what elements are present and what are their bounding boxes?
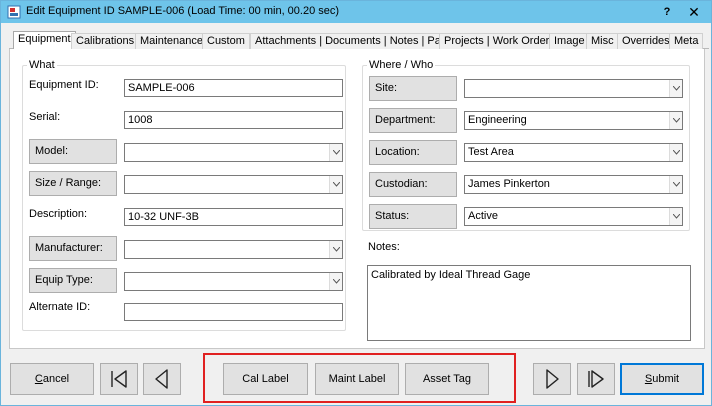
department-value: Engineering	[468, 114, 527, 126]
next-record-button[interactable]	[533, 363, 571, 395]
tab-overrides[interactable]: Overrides	[617, 33, 675, 49]
label-buttons-highlight	[203, 353, 516, 403]
where-who-group: Where / Who Site: Department: Engineerin…	[362, 59, 690, 231]
site-button[interactable]: Site:	[369, 76, 457, 101]
alternate-id-input[interactable]	[124, 303, 343, 321]
skip-first-icon	[111, 370, 127, 388]
cancel-label: ancel	[42, 373, 70, 385]
cancel-mnemonic: C	[34, 373, 43, 385]
tab-strip: Equipment Calibrations Maintenance Custo…	[9, 31, 709, 50]
description-label: Description:	[29, 208, 88, 220]
title-bar: Edit Equipment ID SAMPLE-006 (Load Time:…	[1, 1, 711, 23]
equipment-edit-window: Edit Equipment ID SAMPLE-006 (Load Time:…	[0, 0, 712, 406]
help-button[interactable]: ?	[657, 3, 677, 21]
tab-projects[interactable]: Projects | Work Orders	[439, 33, 560, 49]
alternate-id-label: Alternate ID:	[29, 301, 91, 313]
size-range-button[interactable]: Size / Range:	[29, 171, 117, 196]
window-title: Edit Equipment ID SAMPLE-006 (Load Time:…	[26, 5, 340, 17]
chevron-down-icon[interactable]	[329, 273, 342, 290]
tab-calibrations[interactable]: Calibrations	[71, 33, 140, 49]
first-record-button[interactable]	[100, 363, 138, 395]
site-dropdown[interactable]	[464, 79, 683, 98]
submit-button[interactable]: Submit	[620, 363, 704, 395]
tab-attachments[interactable]: Attachments | Documents | Notes | Parts	[250, 33, 459, 49]
tab-misc[interactable]: Misc	[586, 33, 619, 49]
previous-record-button[interactable]	[143, 363, 181, 395]
custodian-value: James Pinkerton	[468, 178, 550, 190]
where-who-group-title: Where / Who	[367, 59, 436, 71]
department-dropdown[interactable]: Engineering	[464, 111, 683, 130]
custodian-button[interactable]: Custodian:	[369, 172, 457, 197]
notes-textarea[interactable]: Calibrated by Ideal Thread Gage	[367, 265, 691, 341]
tab-meta[interactable]: Meta	[669, 33, 704, 49]
equipment-id-input[interactable]: SAMPLE-006	[124, 79, 343, 97]
chevron-down-icon[interactable]	[669, 208, 682, 225]
manufacturer-dropdown[interactable]	[124, 240, 343, 259]
tab-equipment[interactable]: Equipment	[13, 31, 76, 50]
model-dropdown[interactable]	[124, 143, 343, 162]
department-button[interactable]: Department:	[369, 108, 457, 133]
chevron-down-icon[interactable]	[329, 144, 342, 161]
custodian-dropdown[interactable]: James Pinkerton	[464, 175, 683, 194]
notes-label: Notes:	[368, 241, 400, 253]
equipment-tab-page: What Equipment ID: SAMPLE-006 Serial: 10…	[9, 49, 705, 349]
app-icon	[7, 5, 21, 19]
chevron-down-icon[interactable]	[669, 112, 682, 129]
serial-label: Serial:	[29, 111, 61, 123]
equip-type-dropdown[interactable]	[124, 272, 343, 291]
manufacturer-button[interactable]: Manufacturer:	[29, 236, 117, 261]
status-value: Active	[468, 210, 498, 222]
tab-custom[interactable]: Custom	[202, 33, 250, 49]
what-group: What Equipment ID: SAMPLE-006 Serial: 10…	[22, 59, 346, 331]
equip-type-button[interactable]: Equip Type:	[29, 268, 117, 293]
location-value: Test Area	[468, 146, 514, 158]
tab-image[interactable]: Image	[549, 33, 590, 49]
model-button[interactable]: Model:	[29, 139, 117, 164]
cancel-button[interactable]: Cancel	[10, 363, 94, 395]
chevron-down-icon[interactable]	[329, 176, 342, 193]
chevron-down-icon[interactable]	[669, 80, 682, 97]
skip-last-icon	[588, 370, 604, 388]
previous-icon	[155, 369, 168, 389]
status-button[interactable]: Status:	[369, 204, 457, 229]
equipment-id-label: Equipment ID:	[29, 79, 99, 91]
chevron-down-icon[interactable]	[669, 176, 682, 193]
status-dropdown[interactable]: Active	[464, 207, 683, 226]
location-button[interactable]: Location:	[369, 140, 457, 165]
chevron-down-icon[interactable]	[669, 144, 682, 161]
size-range-dropdown[interactable]	[124, 175, 343, 194]
tab-maintenance[interactable]: Maintenance	[135, 33, 208, 49]
last-record-button[interactable]	[577, 363, 615, 395]
next-icon	[546, 369, 559, 389]
location-dropdown[interactable]: Test Area	[464, 143, 683, 162]
chevron-down-icon[interactable]	[329, 241, 342, 258]
submit-label: ubmit	[652, 373, 680, 385]
what-group-title: What	[27, 59, 57, 71]
serial-input[interactable]: 1008	[124, 111, 343, 129]
close-button[interactable]: ✕	[681, 3, 707, 21]
description-input[interactable]: 10-32 UNF-3B	[124, 208, 343, 226]
